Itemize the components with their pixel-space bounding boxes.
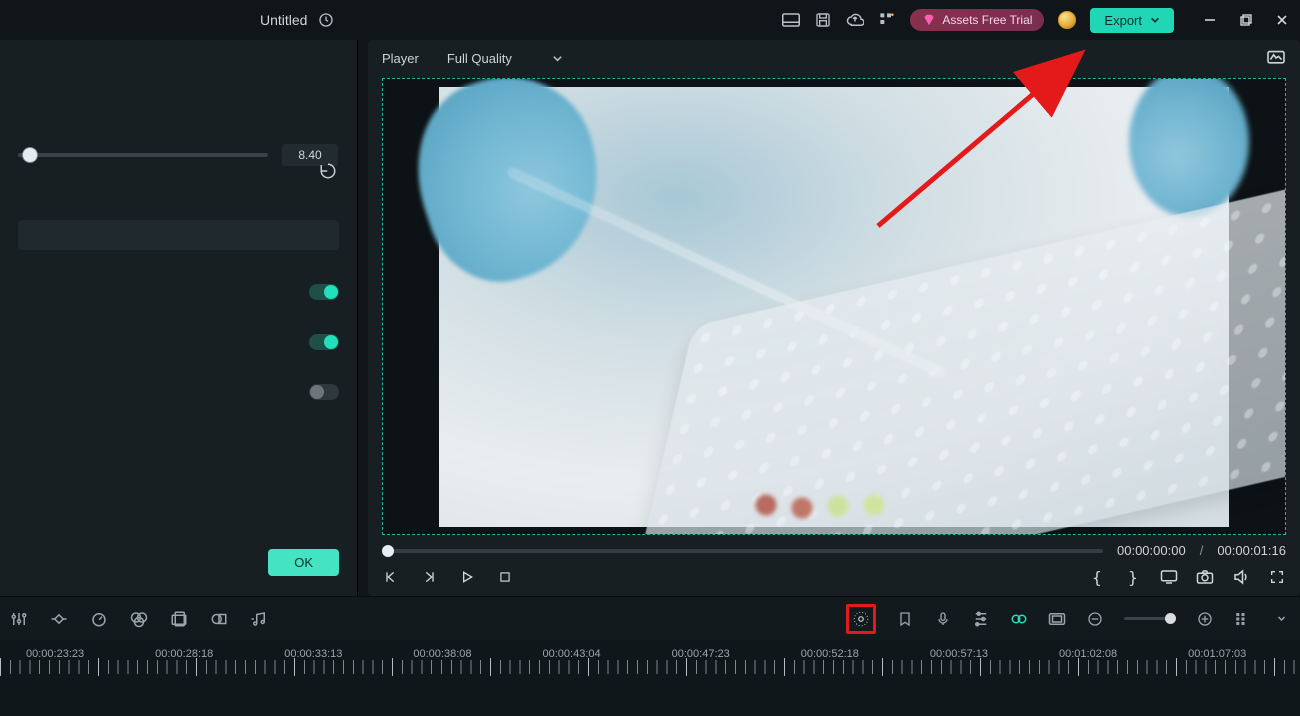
minimize-button[interactable] <box>1202 12 1218 28</box>
zoom-slider[interactable] <box>1124 617 1176 620</box>
auto-ripple-icon[interactable] <box>1010 610 1028 628</box>
apps-icon[interactable] <box>878 11 896 29</box>
seek-slider[interactable] <box>382 549 1103 553</box>
chevron-down-icon <box>552 53 563 64</box>
save-icon[interactable] <box>814 11 832 29</box>
maximize-button[interactable] <box>1238 12 1254 28</box>
keyframe-icon[interactable] <box>50 610 68 628</box>
inspector-panel: 8.40 OK <box>0 40 358 596</box>
performance-icon[interactable] <box>1266 50 1286 66</box>
preview-viewport[interactable] <box>382 78 1286 535</box>
history-icon[interactable] <box>317 11 335 29</box>
time-separator: / <box>1200 543 1204 558</box>
render-icon <box>852 610 870 628</box>
player-tab[interactable]: Player <box>382 51 419 66</box>
mark-out-icon[interactable]: } <box>1124 568 1142 586</box>
aspect-icon[interactable] <box>1048 610 1066 628</box>
timeline-tracks[interactable] <box>0 686 1300 716</box>
render-preview-button[interactable] <box>846 604 876 634</box>
close-button[interactable] <box>1274 12 1290 28</box>
layout-icon[interactable] <box>782 11 800 29</box>
chevron-down-icon <box>1150 15 1160 25</box>
assets-trial-label: Assets Free Trial <box>942 13 1032 27</box>
gem-icon <box>922 13 936 27</box>
audio-beat-icon[interactable] <box>250 610 268 628</box>
timeline-ruler[interactable]: 00:00:23:2300:00:28:1800:00:33:1300:00:3… <box>0 640 1300 686</box>
mark-in-icon[interactable]: { <box>1088 568 1106 586</box>
adjust-icon[interactable] <box>10 610 28 628</box>
export-button[interactable]: Export <box>1090 8 1174 33</box>
toggle-1[interactable] <box>309 284 339 300</box>
marker-icon[interactable] <box>896 610 914 628</box>
titlebar: Untitled Assets Free Trial Export <box>0 0 1300 40</box>
track-view-chevron-icon[interactable] <box>1272 610 1290 628</box>
play-button[interactable] <box>458 568 476 586</box>
total-time: 00:00:01:16 <box>1217 543 1286 558</box>
quality-select[interactable]: Full Quality <box>437 48 573 69</box>
fullscreen-icon[interactable] <box>1268 568 1286 586</box>
assets-free-trial-button[interactable]: Assets Free Trial <box>910 9 1044 31</box>
timeline-toolbar <box>0 596 1300 640</box>
coin-icon[interactable] <box>1058 11 1076 29</box>
video-frame <box>439 87 1229 527</box>
prev-frame-button[interactable] <box>382 568 400 586</box>
value-slider[interactable]: 8.40 <box>18 144 339 166</box>
crop-icon[interactable] <box>170 610 188 628</box>
current-time: 00:00:00:00 <box>1117 543 1186 558</box>
toggle-3[interactable] <box>309 384 339 400</box>
mixer-icon[interactable] <box>972 610 990 628</box>
player-panel: Player Full Quality 00:00:00:00 / 00:00: <box>368 40 1300 596</box>
snapshot-icon[interactable] <box>1196 568 1214 586</box>
zoom-out-button[interactable] <box>1086 610 1104 628</box>
project-title: Untitled <box>260 12 307 28</box>
display-icon[interactable] <box>1160 568 1178 586</box>
volume-icon[interactable] <box>1232 568 1250 586</box>
export-label: Export <box>1104 13 1142 28</box>
toggle-2[interactable] <box>309 334 339 350</box>
color-icon[interactable] <box>130 610 148 628</box>
quality-label: Full Quality <box>447 51 512 66</box>
zoom-in-button[interactable] <box>1196 610 1214 628</box>
voiceover-icon[interactable] <box>934 610 952 628</box>
speed-icon[interactable] <box>90 610 108 628</box>
reset-icon[interactable] <box>319 162 337 180</box>
ok-button[interactable]: OK <box>268 549 339 576</box>
cloud-upload-icon[interactable] <box>846 11 864 29</box>
stop-button[interactable] <box>496 568 514 586</box>
next-frame-button[interactable] <box>420 568 438 586</box>
text-field[interactable] <box>18 220 339 250</box>
track-view-icon[interactable] <box>1234 610 1252 628</box>
mask-icon[interactable] <box>210 610 228 628</box>
